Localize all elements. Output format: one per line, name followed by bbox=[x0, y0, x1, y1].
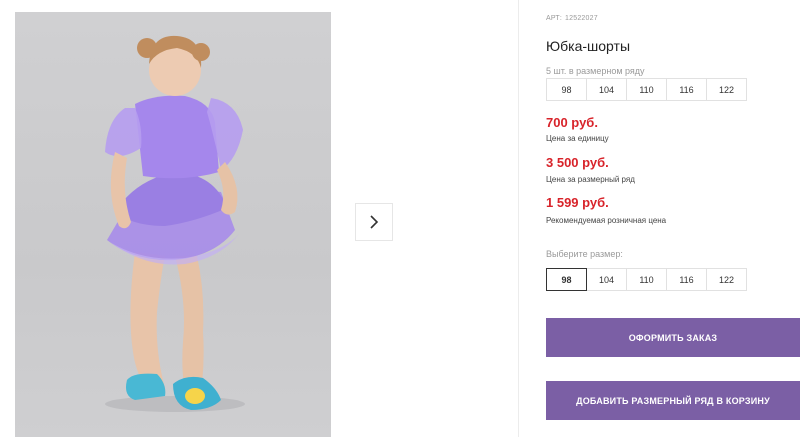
size-selector: 98 104 110 116 122 bbox=[546, 268, 747, 291]
pack-price-note: Цена за размерный ряд bbox=[546, 175, 635, 184]
unit-price: 700 руб. bbox=[546, 115, 598, 130]
product-title: Юбка-шорты bbox=[546, 38, 631, 54]
add-size-pack-to-cart-button[interactable]: ДОБАВИТЬ РАЗМЕРНЫЙ РЯД В КОРЗИНУ bbox=[546, 381, 800, 420]
product-photo-illustration bbox=[105, 35, 245, 412]
pack-price: 3 500 руб. bbox=[546, 155, 609, 170]
product-gallery bbox=[0, 0, 520, 437]
next-image-button[interactable] bbox=[355, 203, 393, 241]
article-number: АРТ: 12522027 bbox=[546, 15, 598, 22]
chevron-right-icon bbox=[370, 215, 379, 229]
pack-size-cell: 122 bbox=[706, 78, 747, 101]
pack-size-label: 5 шт. в размерном ряду bbox=[546, 66, 645, 76]
article-value: 12522027 bbox=[565, 15, 598, 22]
size-option-110[interactable]: 110 bbox=[626, 268, 667, 291]
pack-size-cell: 110 bbox=[626, 78, 667, 101]
size-option-104[interactable]: 104 bbox=[586, 268, 627, 291]
pack-size-cell: 98 bbox=[546, 78, 587, 101]
pack-size-cell: 116 bbox=[666, 78, 707, 101]
place-order-button[interactable]: ОФОРМИТЬ ЗАКАЗ bbox=[546, 318, 800, 357]
size-option-98[interactable]: 98 bbox=[546, 268, 587, 291]
pack-sizes-row: 98 104 110 116 122 bbox=[546, 78, 747, 101]
retail-price-note: Рекомендуемая розничная цена bbox=[546, 216, 667, 225]
choose-size-label: Выберите размер: bbox=[546, 249, 623, 259]
product-photo bbox=[15, 12, 331, 437]
unit-price-note: Цена за единицу bbox=[546, 134, 609, 143]
retail-price: 1 599 руб. bbox=[546, 195, 609, 210]
panel-divider bbox=[518, 0, 519, 437]
size-option-122[interactable]: 122 bbox=[706, 268, 747, 291]
article-label: АРТ: bbox=[546, 15, 563, 22]
pack-size-cell: 104 bbox=[586, 78, 627, 101]
size-option-116[interactable]: 116 bbox=[666, 268, 707, 291]
